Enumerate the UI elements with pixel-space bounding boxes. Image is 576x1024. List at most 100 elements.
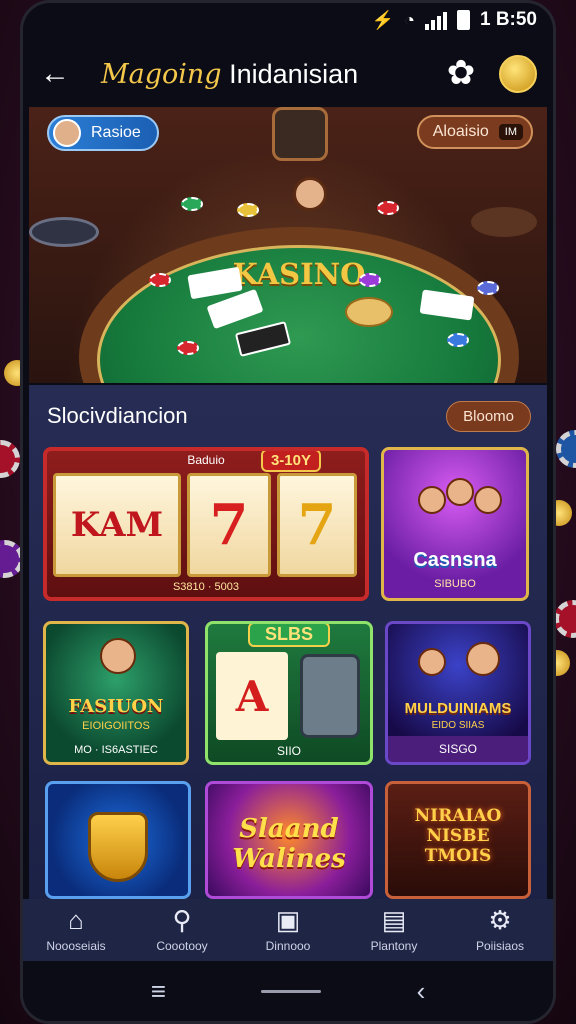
game-section: Slocivdiancion Bloomo Baduio 3-10Y KAM 7…	[29, 385, 547, 899]
coin-pile	[345, 297, 393, 327]
tile-subcaption: SIBUBO	[434, 578, 476, 590]
tile-badge: SLBS	[248, 624, 330, 647]
game-tile-slaand[interactable]: Slaand Walines	[205, 781, 373, 899]
app-bar: ← Magoing Inidanisian ✿	[23, 43, 553, 105]
nav-item-settings[interactable]: ⚙ Poiisiaos	[452, 907, 548, 953]
tile-caption: NIRAIAO NISBE TMOIS	[388, 806, 528, 866]
game-tile-multi[interactable]: MULDUINIAMS EIDO SIIAS SISGO	[385, 621, 531, 765]
recents-icon[interactable]: ≡	[151, 976, 166, 1007]
balance-label: Aloaisio	[432, 123, 489, 140]
back-nav-icon[interactable]: ‹	[417, 976, 426, 1007]
back-button[interactable]: ←	[37, 56, 73, 92]
decor-chip	[554, 600, 576, 638]
balance-pill[interactable]: Aloaisio IM	[416, 115, 533, 149]
slot-reel: 7	[277, 473, 357, 577]
signal-icon	[424, 10, 447, 30]
slot-footer: S3810 · 5003	[172, 581, 240, 593]
title-gold: Magoing	[101, 58, 222, 90]
character-figure	[466, 642, 500, 676]
dealer-figure	[293, 177, 327, 211]
avatar	[53, 119, 81, 147]
game-tile-slbs[interactable]: SLBS A SIIO	[205, 621, 373, 765]
character-figure	[418, 486, 446, 514]
battery-icon	[456, 10, 470, 30]
tile-caption: Slaand Walines	[208, 814, 370, 874]
poker-chip	[177, 341, 199, 355]
tile-footer: SIIO	[276, 744, 301, 758]
shield-icon	[88, 812, 148, 882]
playing-card: A	[216, 652, 288, 740]
nav-item-home[interactable]: ⌂ Noooseiais	[28, 907, 124, 953]
character-figure	[418, 648, 446, 676]
status-bar: ⚡ ◔ 1 B:50	[23, 3, 553, 37]
tile-caption-line: Walines	[232, 844, 346, 874]
nav-item-box[interactable]: ▣ Dinnooo	[240, 907, 336, 953]
balance-badge: IM	[498, 124, 523, 140]
search-icon: ⚲	[172, 905, 192, 935]
slot-machine-icon	[300, 654, 360, 738]
tile-caption: FASIUON	[68, 696, 164, 717]
section-title: Slocivdiancion	[47, 403, 188, 428]
game-tile-shield[interactable]	[45, 781, 191, 899]
profile-coin-avatar[interactable]	[499, 55, 537, 93]
tile-caption-line: NISBE	[426, 826, 490, 846]
game-tile-slot[interactable]: Baduio 3-10Y KAM 7 7 S3810 · 5003	[43, 447, 369, 601]
poker-chip	[237, 203, 259, 217]
tile-subcaption: EIDO SIIAS	[431, 720, 485, 731]
settings-button[interactable]: ✿	[443, 54, 479, 92]
player-name: Rasioe	[91, 124, 141, 141]
arrow-left-icon: ←	[40, 57, 70, 90]
clipboard-icon: ▤	[381, 905, 407, 935]
character-figure	[474, 486, 502, 514]
app-title: Magoing Inidanisian	[101, 59, 358, 90]
section-button[interactable]: Bloomo	[446, 400, 531, 432]
decor-chip	[0, 440, 20, 478]
nav-label: Dinnooo	[265, 939, 311, 953]
table-top: KASINO	[97, 147, 501, 357]
slot-reel: KAM	[53, 473, 181, 577]
box-icon: ▣	[275, 905, 301, 935]
tile-footer: MO · IS6ASTIEC	[74, 744, 158, 756]
poker-chip	[377, 201, 399, 215]
game-tile-neon[interactable]: NIRAIAO NISBE TMOIS	[385, 781, 531, 899]
character-figure	[100, 638, 136, 674]
poker-chip	[149, 273, 171, 287]
nav-label: Coootooy	[156, 939, 208, 953]
home-pill[interactable]	[261, 989, 322, 993]
section-header: Slocivdiancion Bloomo	[47, 399, 531, 433]
alarm-icon: ◔	[404, 9, 415, 30]
nav-label: Poiisiaos	[475, 939, 525, 953]
phone-frame: ⚡ ◔ 1 B:50 ← Magoing Inidanisian ✿ KASIN…	[20, 0, 556, 1024]
nav-item-clipboard[interactable]: ▤ Plantony	[346, 907, 442, 953]
hero-banner[interactable]: KASINO Rasioe Aloaisio IM	[29, 107, 547, 383]
title-white: Inidanisian	[229, 58, 359, 89]
nav-item-search[interactable]: ⚲ Coootooy	[134, 907, 230, 953]
poker-chip	[477, 281, 499, 295]
flower-icon: ✿	[446, 54, 476, 92]
tile-caption-line: TMOIS	[424, 846, 492, 866]
tile-caption: Casnsna	[413, 549, 497, 571]
poker-chip	[359, 273, 381, 287]
home-icon: ⌂	[68, 905, 84, 935]
status-time: 1 B:50	[479, 9, 537, 30]
system-nav-bar: ≡ ‹	[23, 961, 553, 1021]
nav-label: Plantony	[370, 939, 418, 953]
tile-subcaption: EIOIGOIITOS	[82, 720, 150, 732]
tile-caption-line: NIRAIAO	[414, 806, 502, 826]
tile-caption-line: Slaand	[239, 814, 339, 844]
nav-label: Noooseiais	[46, 939, 106, 953]
notification-icon: ⚡	[371, 9, 395, 30]
poker-chip	[447, 333, 469, 347]
game-tile-casino[interactable]: Casnsna SIBUBO	[381, 447, 529, 601]
tile-footer: SISGO	[388, 736, 528, 762]
slot-reel: 7	[187, 473, 271, 577]
tile-caption: MULDUINIAMS	[404, 700, 512, 717]
character-figure	[446, 478, 474, 506]
bottom-nav: ⌂ Noooseiais ⚲ Coootooy ▣ Dinnooo ▤ Plan…	[23, 899, 553, 961]
slot-badge: 3-10Y	[260, 451, 321, 472]
decor-chip	[556, 430, 576, 468]
player-pill[interactable]: Rasioe	[47, 115, 159, 151]
gear-icon: ⚙	[488, 905, 512, 935]
game-tile-fashion[interactable]: FASIUON EIOIGOIITOS MO · IS6ASTIEC	[43, 621, 189, 765]
side-table-left	[29, 217, 99, 247]
